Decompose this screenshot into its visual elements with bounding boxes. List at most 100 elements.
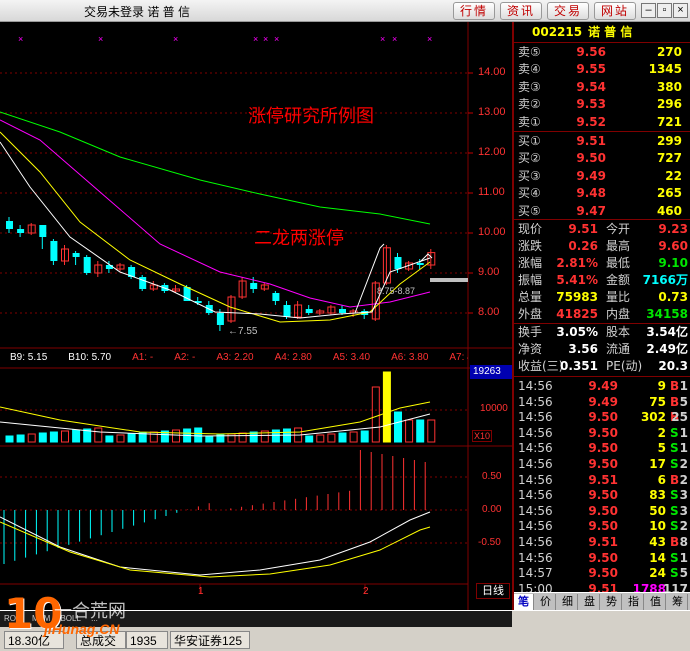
volume-bar bbox=[5, 435, 14, 443]
volume-bar bbox=[316, 434, 325, 443]
tick-count: 2 bbox=[679, 472, 688, 487]
tick-side: B bbox=[670, 394, 680, 409]
volume-bar bbox=[49, 431, 58, 443]
quote-nav-button[interactable]: 行情 bbox=[453, 2, 495, 20]
tick-count: 2 bbox=[679, 457, 688, 471]
tick-volume: 9 bbox=[657, 379, 666, 393]
turnover-value: 18.30亿 bbox=[4, 631, 64, 649]
title-bar: 交易未登录 诺 普 信 行情 资讯 交易 网站 – ▫ × bbox=[0, 0, 690, 22]
tick-time: 14:56 bbox=[518, 425, 553, 440]
candle-body-down bbox=[339, 309, 346, 313]
tick-time: 14:56 bbox=[518, 472, 553, 487]
tick-count: 3 bbox=[679, 488, 688, 503]
indicator-tab-roc[interactable]: ROC bbox=[4, 614, 22, 623]
candle-body-down bbox=[283, 305, 291, 317]
indicator-legend: B9: 5.15 B10: 5.70 A1: - A2: - A3: 2.20 A4: 2… bbox=[0, 349, 468, 367]
candle-body-down bbox=[105, 265, 113, 269]
quote-tab[interactable]: 指 bbox=[624, 594, 644, 610]
trade-nav-button[interactable]: 交易 bbox=[547, 2, 589, 20]
quote-tab[interactable]: 笔 bbox=[514, 594, 534, 610]
price-axis-tick: 13.00 bbox=[478, 106, 506, 118]
quote-tab[interactable]: 细 bbox=[558, 594, 578, 610]
quote-tab[interactable]: 值 bbox=[646, 594, 666, 610]
svg-text:×: × bbox=[392, 34, 397, 44]
ask-volume: 296 bbox=[656, 97, 682, 112]
quote-tab[interactable]: 筹 bbox=[668, 594, 688, 610]
stock-code: 002215 bbox=[532, 25, 583, 39]
indicator-tab-mtm[interactable]: MTM bbox=[32, 614, 50, 623]
minimize-icon[interactable]: – bbox=[641, 3, 656, 18]
price-axis-tick: 9.00 bbox=[478, 266, 500, 278]
tick-count: 5 bbox=[679, 394, 688, 409]
tick-count: 1 bbox=[679, 550, 688, 565]
volume-bar bbox=[27, 433, 36, 443]
tick-row: 14:56 9.50 50 S 3 bbox=[514, 503, 690, 519]
volume-bar bbox=[138, 432, 147, 443]
indicator-tab-more[interactable]: ... bbox=[91, 614, 98, 623]
price-axis-tick: 12.00 bbox=[478, 146, 506, 158]
total-turnover-value: 1935亿 bbox=[126, 631, 168, 649]
stat-value: 34158 bbox=[646, 307, 688, 321]
ask-volume: 270 bbox=[656, 45, 682, 59]
bid-label: 买③ bbox=[518, 168, 541, 183]
legend-item: A7: 4.10 bbox=[449, 352, 468, 363]
period-label[interactable]: 日线 bbox=[476, 583, 510, 599]
legend-item: B10: 5.70 bbox=[68, 352, 112, 363]
stat-label: PE(动) bbox=[606, 359, 643, 373]
signal-markers: × × × × × × × × × bbox=[18, 34, 432, 44]
stat-value: 20.3 bbox=[658, 359, 688, 373]
svg-text:×: × bbox=[427, 34, 432, 44]
quote-tab[interactable]: 势 bbox=[602, 594, 622, 610]
ask-label: 卖① bbox=[518, 114, 541, 129]
ma-line bbox=[0, 131, 431, 323]
price-axis-tick: 10.00 bbox=[478, 226, 506, 238]
candle-body-down bbox=[250, 283, 258, 289]
window-title: 交易未登录 诺 普 信 bbox=[84, 5, 191, 19]
stat-value: 9.10 bbox=[658, 256, 688, 270]
tick-time: 14:56 bbox=[518, 410, 553, 425]
tick-side: S bbox=[670, 425, 679, 440]
candle-body-down bbox=[50, 241, 58, 261]
volume-bar bbox=[427, 419, 436, 443]
macd-axis-top: 0.50 bbox=[482, 471, 502, 482]
ask-level: 卖③ 9.54 380 bbox=[514, 79, 690, 96]
tick-side: S bbox=[670, 550, 679, 565]
ask-price: 9.55 bbox=[576, 62, 606, 77]
svg-text:×: × bbox=[253, 34, 258, 44]
tick-price: 9.50 bbox=[588, 566, 618, 581]
stat-value: 2.49亿 bbox=[646, 342, 688, 356]
news-nav-button[interactable]: 资讯 bbox=[500, 2, 542, 20]
volume-bar bbox=[61, 430, 69, 443]
stat-value: 3.05% bbox=[556, 325, 598, 339]
quote-tab[interactable]: 价 bbox=[536, 594, 556, 610]
stat-row: 涨跌 0.26 最高 9.60 bbox=[514, 238, 690, 255]
volume-bar bbox=[105, 435, 114, 443]
indicator-tab-strip[interactable]: ROC MTM BOLL ... bbox=[0, 611, 512, 627]
kline-chart-area[interactable]: × × × × × × × × × 涨停研究所例图 二龙两涨停 ←7.55 8.75-8.8… bbox=[0, 22, 512, 610]
broker-server[interactable]: 华安证券125 bbox=[170, 631, 250, 649]
tick-count: 8 bbox=[679, 535, 688, 549]
volume-bar bbox=[238, 432, 247, 443]
bid-volume: 299 bbox=[656, 134, 682, 148]
stat-label: 收益(三) bbox=[518, 359, 564, 373]
tick-price: 9.50 bbox=[588, 519, 618, 534]
indicator-tab-boll[interactable]: BOLL bbox=[60, 614, 80, 623]
tick-side: B bbox=[670, 379, 680, 393]
status-bar: ROC MTM BOLL ... 18.30亿 总成交 1935亿 华安证券12… bbox=[0, 610, 690, 651]
tick-count: 1 bbox=[679, 441, 688, 456]
tick-time: 14:56 bbox=[518, 394, 553, 409]
quote-tab[interactable]: 盘 bbox=[580, 594, 600, 610]
stat-value: 3.54亿 bbox=[646, 325, 688, 339]
tick-volume: 75 bbox=[649, 394, 666, 409]
tick-time: 14:56 bbox=[518, 457, 553, 471]
tick-price: 9.50 bbox=[588, 425, 618, 440]
website-nav-button[interactable]: 网站 bbox=[594, 2, 636, 20]
legend-item: A4: 2.80 bbox=[274, 352, 312, 363]
candle-body-down bbox=[272, 293, 280, 301]
close-icon[interactable]: × bbox=[673, 3, 688, 18]
volume-bar bbox=[327, 433, 336, 443]
candle-body-down bbox=[305, 309, 313, 313]
restore-icon[interactable]: ▫ bbox=[657, 3, 672, 18]
bid-price: 9.48 bbox=[576, 186, 606, 201]
volume-bar bbox=[271, 429, 280, 443]
